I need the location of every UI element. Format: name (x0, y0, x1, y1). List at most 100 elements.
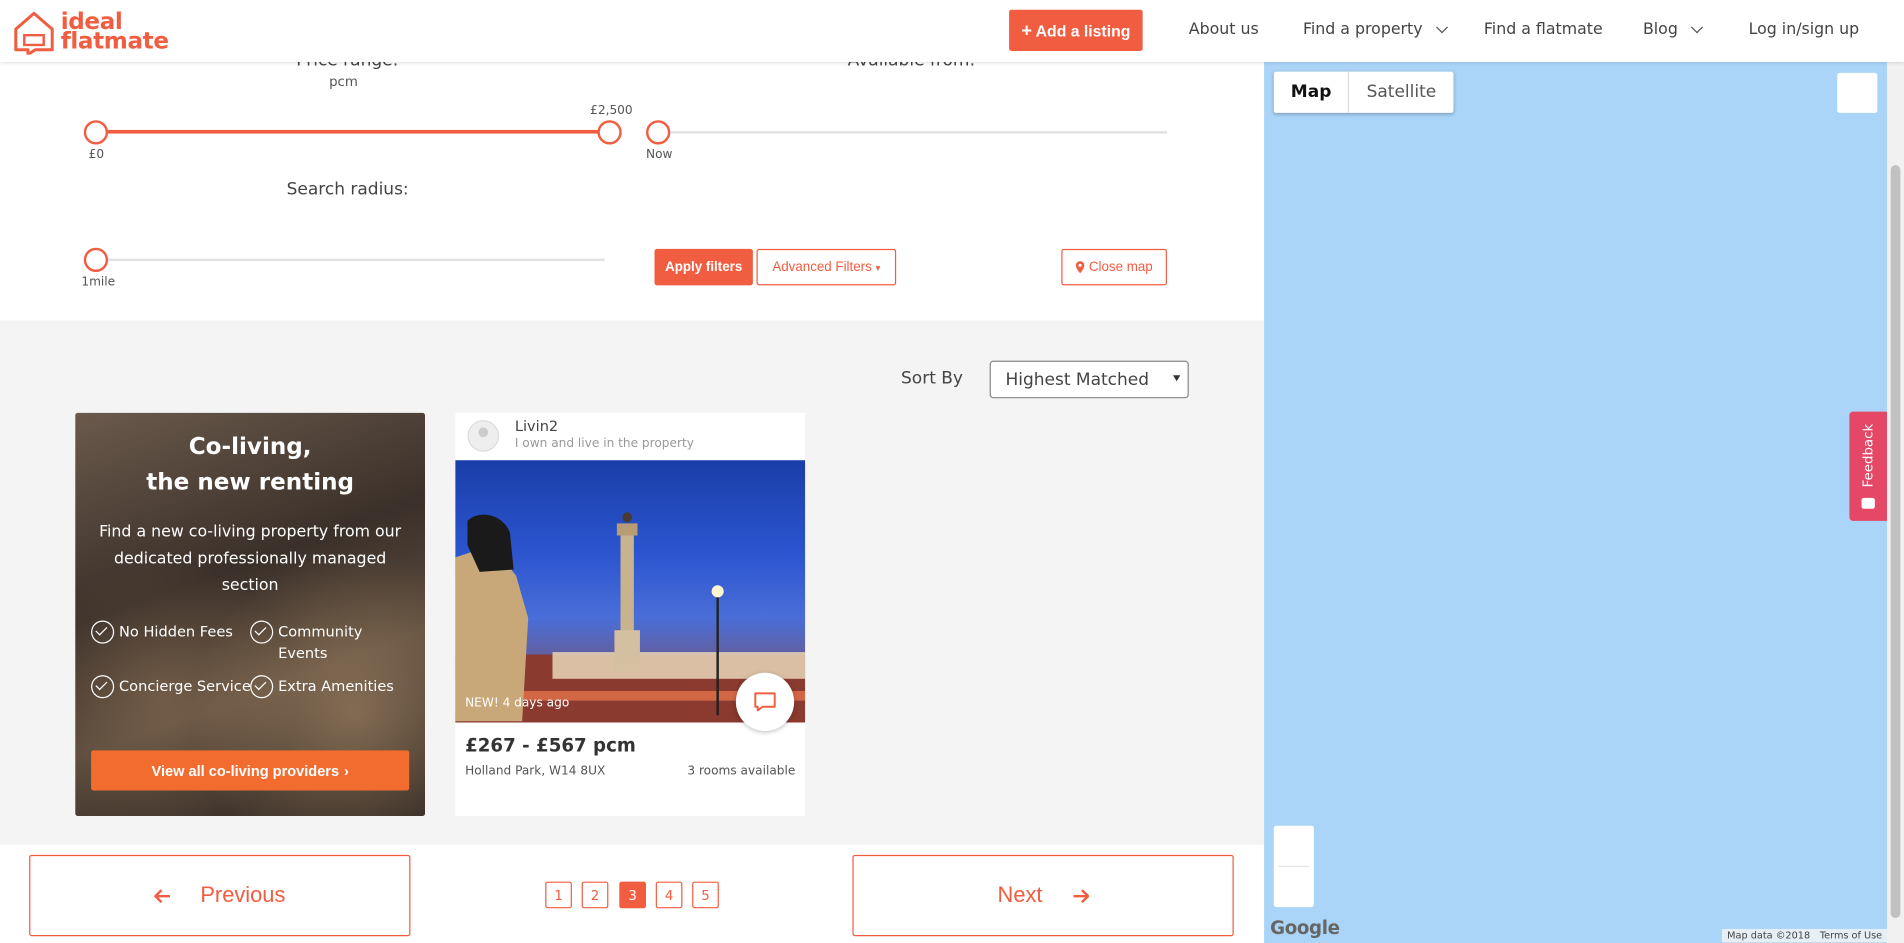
logo-text: ideal flatmate (60, 10, 169, 55)
price-max-value: £2,500 (590, 104, 633, 118)
check-circle-icon (91, 620, 115, 644)
nav-find-flatmate[interactable]: Find a flatmate (1484, 21, 1603, 39)
feature-label: Community Events (278, 622, 363, 662)
search-radius-handle[interactable] (83, 247, 109, 273)
check-circle-icon (91, 675, 115, 699)
price-min-handle[interactable] (83, 120, 109, 145)
arrow-right-icon (1072, 888, 1089, 903)
price-unit: pcm (329, 74, 358, 90)
search-radius-label: Search radius: (286, 179, 409, 200)
fullscreen-button[interactable] (1837, 72, 1878, 113)
listing-card[interactable]: Livin2 I own and live in the property NE… (455, 412, 806, 817)
sort-selected-value: Highest Matched (1005, 369, 1150, 390)
previous-button[interactable]: Previous (29, 854, 411, 937)
sort-select[interactable]: Highest Matched (989, 360, 1189, 399)
page-5[interactable]: 5 (692, 881, 719, 909)
zoom-control[interactable] (1273, 825, 1314, 908)
page-3-current[interactable]: 3 (619, 881, 647, 909)
map-pin-icon (1075, 261, 1085, 274)
search-radius-value: 1mile (81, 275, 116, 290)
plus-icon: + (1021, 20, 1033, 41)
next-button[interactable]: Next (852, 854, 1234, 937)
map-tab[interactable]: Map (1274, 71, 1350, 113)
close-map-button[interactable]: Close map (1061, 248, 1167, 286)
page-2[interactable]: 2 (581, 881, 609, 909)
check-circle-icon (250, 675, 274, 699)
nav-blog-label: Blog (1642, 20, 1678, 39)
chevron-right-icon: › (343, 761, 349, 779)
nav-find-flatmate-label: Find a flatmate (1483, 20, 1603, 39)
nav-blog[interactable]: Blog (1642, 20, 1703, 39)
results-column: Price range: pcm £0 £2,500 Available fro… (0, 51, 1265, 943)
feedback-icon (1861, 497, 1875, 509)
search-radius-track[interactable] (95, 258, 605, 262)
chat-bubble-icon (754, 692, 776, 712)
available-from-value: Now (646, 148, 673, 162)
advanced-filters-button[interactable]: Advanced Filters ▾ (756, 248, 897, 286)
logo-line2: flatmate (60, 27, 169, 55)
nav-login[interactable]: Log in/sign up (1749, 21, 1860, 39)
apply-filters-button[interactable]: Apply filters (654, 248, 753, 286)
price-min-value: £0 (88, 148, 105, 162)
feedback-label: Feedback (1860, 424, 1877, 488)
add-listing-button[interactable]: + Add a listing (1009, 9, 1143, 52)
view-coliving-label: View all co-living providers (151, 761, 340, 779)
promo-body: Find a new co-living property from our d… (99, 523, 402, 596)
nav-about[interactable]: About us (1189, 21, 1259, 39)
arrow-left-icon (154, 888, 170, 903)
available-from-track[interactable] (658, 131, 1167, 134)
promo-title-line2: the new renting (146, 468, 355, 496)
listing-owner-type: I own and live in the property (514, 437, 694, 451)
feature-label: No Hidden Fees (119, 622, 233, 640)
advanced-filters-label: Advanced Filters (772, 259, 872, 275)
promo-title-line1: Co-living, (188, 433, 312, 461)
caret-down-icon: ▾ (875, 261, 881, 273)
close-map-label: Close map (1088, 259, 1153, 275)
map-data-text: Map data ©2018 (1727, 930, 1811, 942)
feature-label: Extra Amenities (278, 677, 394, 695)
filters-panel: Price range: pcm £0 £2,500 Available fro… (0, 51, 1265, 321)
pagination: Previous 1 2 3 4 5 Next (0, 845, 1265, 943)
scrollbar-thumb[interactable] (1890, 165, 1901, 919)
logo[interactable]: ideal flatmate (12, 9, 169, 55)
satellite-tab[interactable]: Satellite (1350, 72, 1454, 113)
google-logo: Google (1270, 916, 1340, 939)
nav-find-property[interactable]: Find a property (1303, 21, 1448, 39)
chevron-down-icon (1435, 21, 1448, 34)
promo-title: Co-living, the new renting (75, 430, 425, 500)
listing-address: Holland Park, W14 8UX (465, 765, 606, 779)
price-max-handle[interactable] (597, 120, 622, 145)
coliving-promo-card: Co-living, the new renting Find a new co… (75, 412, 426, 817)
previous-label: Previous (200, 882, 286, 908)
view-coliving-button[interactable]: View all co-living providers › (91, 750, 410, 791)
feature-community-events: Community Events (250, 620, 396, 665)
map[interactable]: Map Satellite Google Map data ©2018 Term… (1264, 61, 1888, 943)
apply-filters-label: Apply filters (665, 259, 743, 275)
feature-concierge-service: Concierge Service (91, 675, 251, 699)
next-label: Next (997, 882, 1043, 908)
page-4[interactable]: 4 (655, 881, 683, 909)
nav-login-label: Log in/sign up (1748, 20, 1860, 39)
page-1[interactable]: 1 (545, 881, 572, 909)
check-circle-icon (250, 620, 274, 644)
avatar (467, 420, 500, 452)
listing-owner: Livin2 (514, 417, 559, 435)
sort-by-label: Sort By (901, 369, 963, 389)
terms-of-use-link[interactable]: Terms of Use (1820, 930, 1882, 941)
feature-no-hidden-fees: No Hidden Fees (91, 620, 233, 644)
feature-extra-amenities: Extra Amenities (250, 675, 394, 699)
page: ideal flatmate + Add a listing About us … (0, 0, 1904, 943)
scrollbar[interactable] (1887, 61, 1904, 943)
results-area: Sort By Highest Matched Co-living, the n… (0, 320, 1265, 846)
add-listing-label: Add a listing (1035, 21, 1131, 40)
house-logo-icon (14, 11, 54, 55)
feedback-tab[interactable]: Feedback (1849, 411, 1888, 521)
listing-price: £267 - £567 pcm (465, 734, 636, 757)
price-range-track[interactable] (95, 129, 611, 134)
map-attribution: Map data ©2018 Terms of Use (1722, 928, 1888, 943)
listing-rooms: 3 rooms available (687, 765, 796, 779)
available-from-handle[interactable] (646, 120, 671, 145)
message-button[interactable] (735, 672, 795, 732)
dropdown-arrow-icon (1173, 375, 1181, 382)
header: ideal flatmate + Add a listing About us … (0, 0, 1904, 62)
